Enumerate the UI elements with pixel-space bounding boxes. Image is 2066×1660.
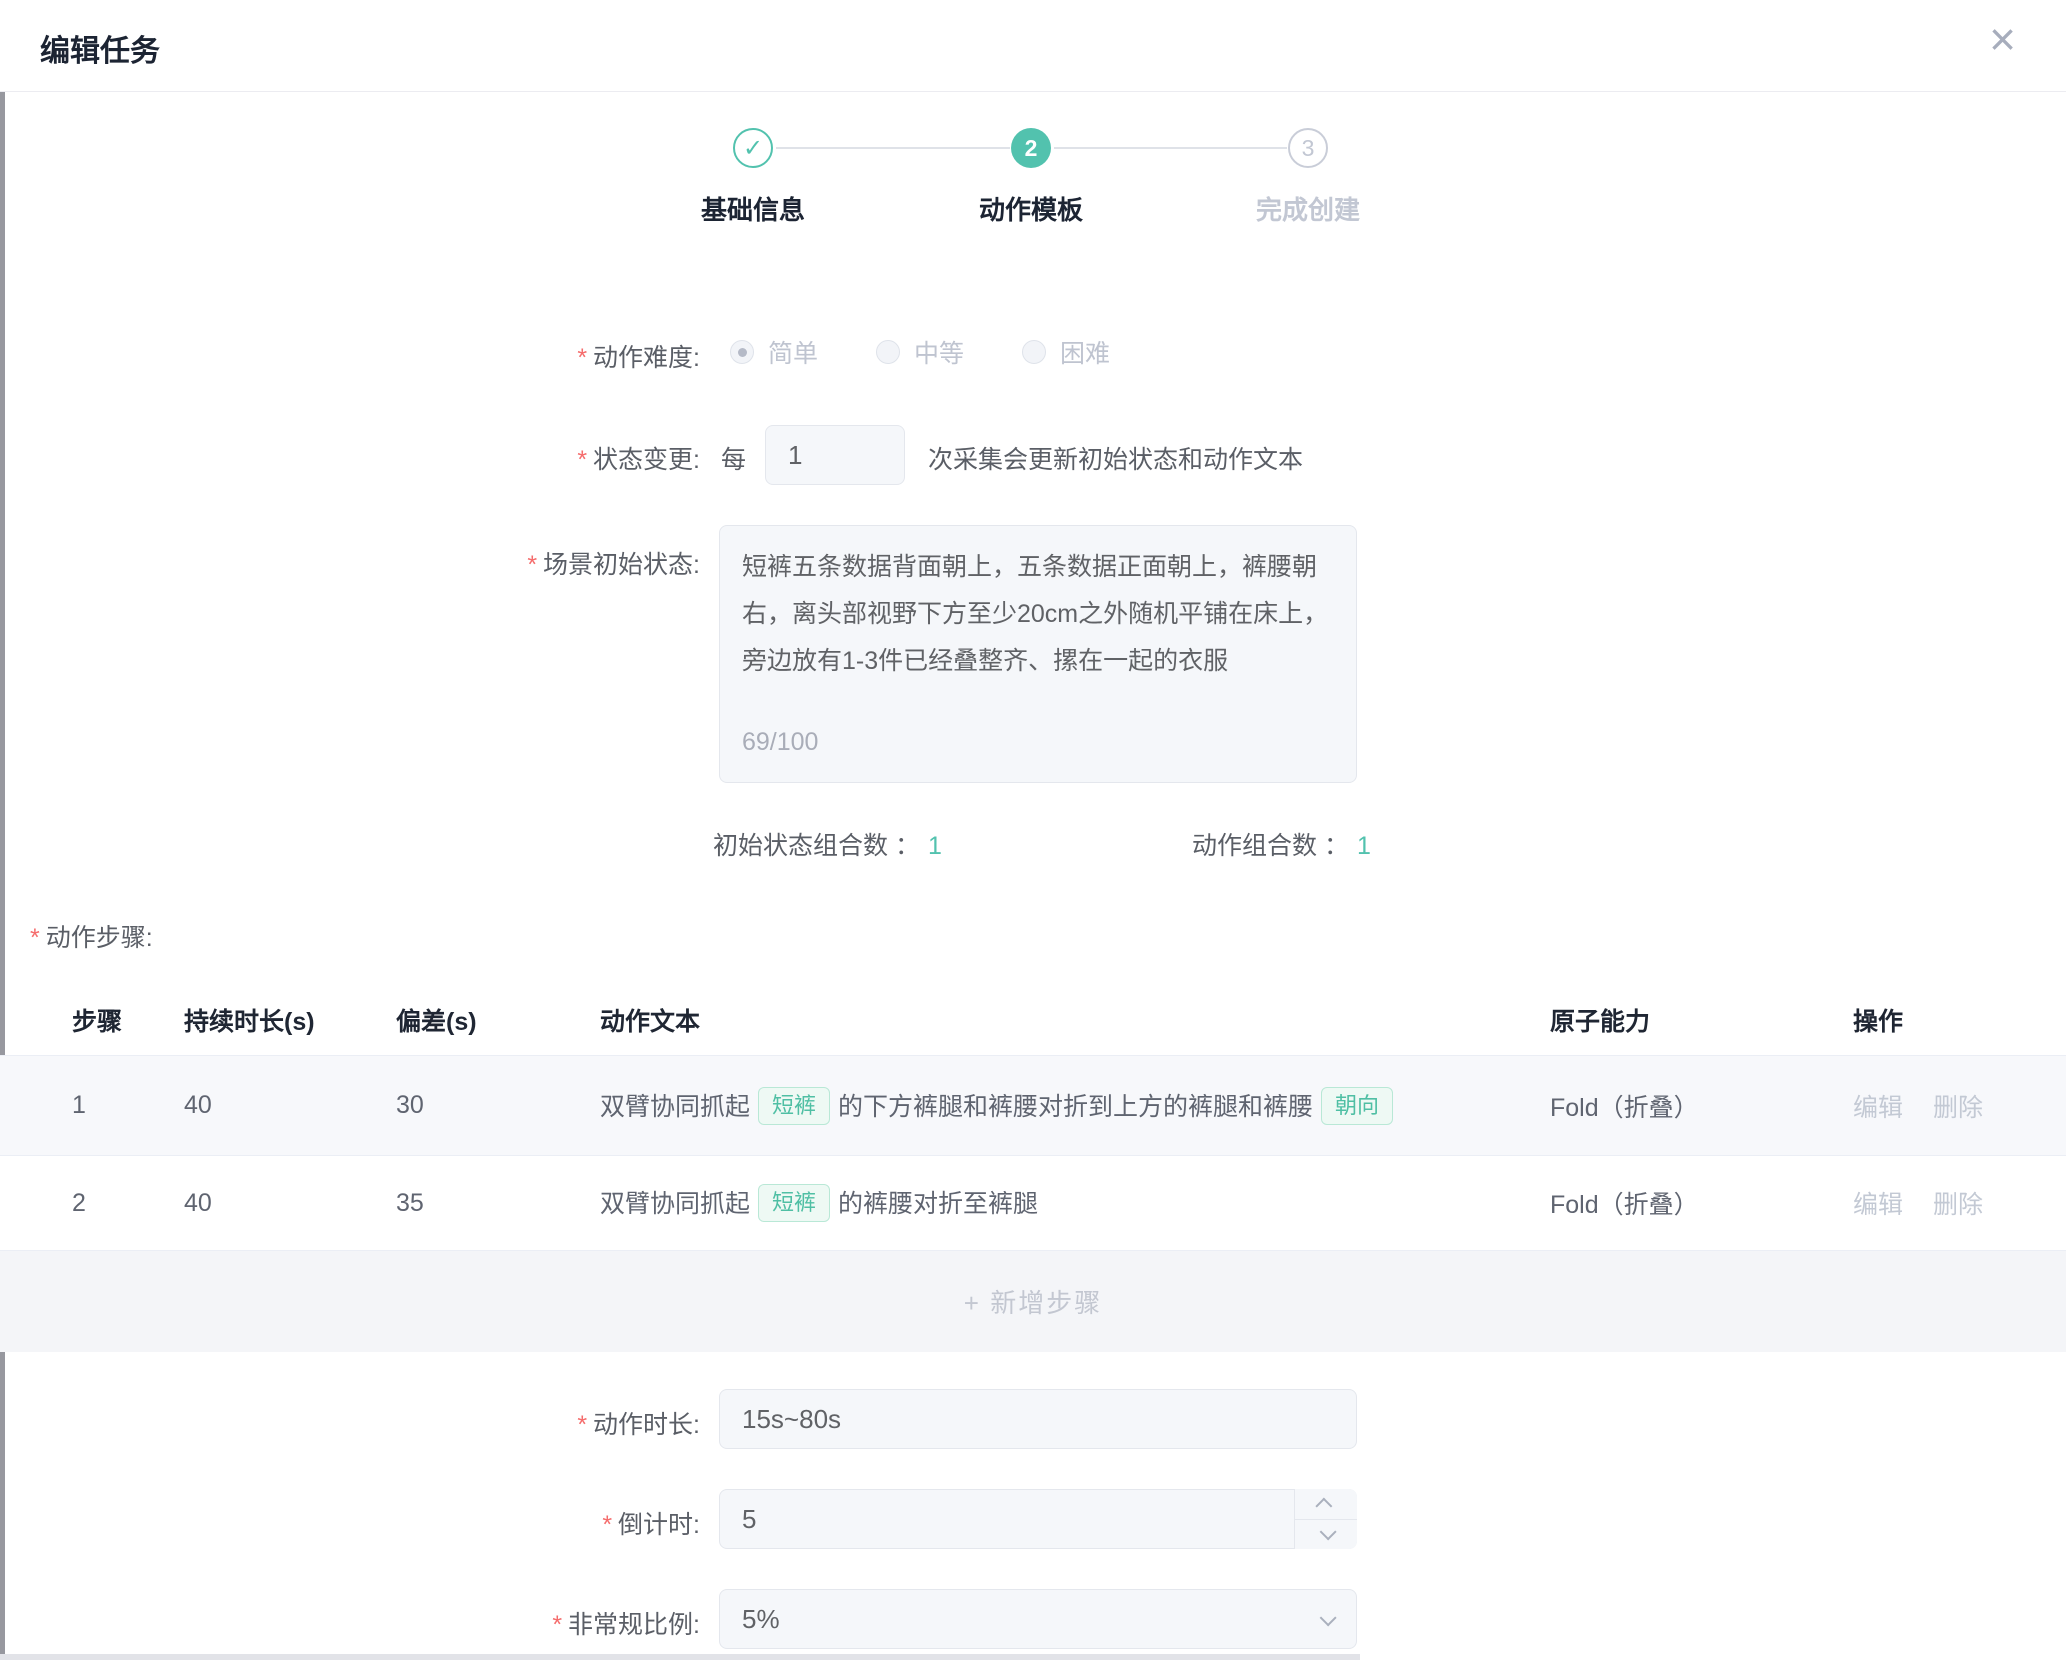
action-combo-count: 动作组合数 ：1 <box>1192 826 1371 862</box>
dialog-header: 编辑任务 × <box>0 0 2066 92</box>
orientation-tag: 朝向 <box>1321 1087 1393 1125</box>
number-spinner <box>1294 1489 1357 1549</box>
state-change-label: *状态变更: <box>577 440 700 476</box>
radio-medium-label: 中等 <box>914 334 964 370</box>
countdown-value: 5 <box>742 1504 756 1535</box>
initial-state-text: 短裤五条数据背面朝上，五条数据正面朝上，裤腰朝右，离头部视野下方至少20cm之外… <box>742 553 1328 675</box>
radio-hard-label: 困难 <box>1060 334 1110 370</box>
header-operations: 操作 <box>1853 1002 2056 1038</box>
step-2-circle: 2 <box>1011 128 1051 168</box>
header-atomic-ability: 原子能力 <box>1550 1002 1853 1038</box>
stepper-connector-1 <box>776 147 1010 149</box>
add-step-button[interactable]: + 新增步骤 <box>964 1283 1102 1320</box>
state-change-suffix: 次采集会更新初始状态和动作文本 <box>928 440 1303 476</box>
add-step-band: + 新增步骤 <box>0 1251 2066 1352</box>
row2-duration: 40 <box>184 1189 396 1218</box>
duration-input[interactable]: 15s~80s <box>719 1389 1357 1449</box>
initial-state-label: *场景初始状态: <box>527 545 700 581</box>
radio-medium-circle-icon <box>876 340 900 364</box>
row1-deviation: 30 <box>396 1091 600 1120</box>
radio-easy-label: 简单 <box>768 334 818 370</box>
char-counter: 69/100 <box>742 719 818 766</box>
header-deviation: 偏差(s) <box>396 1002 600 1038</box>
action-steps-section-label: *动作步骤: <box>30 918 153 954</box>
edit-task-dialog: 编辑任务 × ✓ 2 3 基础信息 动作模板 完成创建 *动作难度: 简单 中等… <box>0 0 2066 1660</box>
initial-combo-value: 1 <box>928 832 942 860</box>
initial-combo-count: 初始状态组合数 ：1 <box>713 826 942 862</box>
step-1-check-icon: ✓ <box>733 128 773 168</box>
chevron-down-icon <box>1320 1609 1337 1626</box>
countdown-input[interactable]: 5 <box>719 1489 1357 1549</box>
bottom-scrollbar[interactable] <box>0 1654 1360 1660</box>
spinner-decrease-button[interactable] <box>1295 1520 1357 1550</box>
close-icon[interactable]: × <box>1989 16 2016 62</box>
object-tag: 短裤 <box>758 1184 830 1222</box>
dialog-left-edge <box>0 0 5 1660</box>
difficulty-radio-group: 简单 中等 困难 <box>730 334 1110 370</box>
step-label-basic-info: 基础信息 <box>633 190 873 227</box>
radio-hard[interactable]: 困难 <box>1022 334 1110 370</box>
row2-ability: Fold（折叠） <box>1550 1185 1853 1221</box>
header-action-text: 动作文本 <box>600 1002 1550 1038</box>
edit-button[interactable]: 编辑 <box>1853 1088 1903 1124</box>
state-change-prefix: 每 <box>721 440 746 476</box>
state-change-count-input[interactable]: 1 <box>765 425 905 485</box>
table-header-row: 步骤 持续时长(s) 偏差(s) 动作文本 原子能力 操作 <box>0 985 2066 1055</box>
countdown-label: *倒计时: <box>602 1505 700 1541</box>
duration-value: 15s~80s <box>742 1404 841 1435</box>
dialog-title: 编辑任务 <box>40 26 160 70</box>
unusual-ratio-select[interactable]: 5% <box>719 1589 1357 1649</box>
state-change-count-value: 1 <box>788 440 802 471</box>
radio-easy-circle-icon <box>730 340 754 364</box>
delete-button[interactable]: 删除 <box>1933 1088 1983 1124</box>
row2-action-text: 双臂协同抓起短裤的裤腰对折至裤腿 <box>600 1184 1550 1222</box>
header-step: 步骤 <box>72 1002 184 1038</box>
radio-medium[interactable]: 中等 <box>876 334 964 370</box>
row2-operations: 编辑 删除 <box>1853 1185 2056 1221</box>
table-row: 1 40 30 双臂协同抓起短裤的下方裤腿和裤腰对折到上方的裤腿和裤腰朝向 Fo… <box>0 1056 2066 1155</box>
row1-step: 1 <box>72 1091 184 1120</box>
radio-easy[interactable]: 简单 <box>730 334 818 370</box>
delete-button[interactable]: 删除 <box>1933 1185 1983 1221</box>
step-label-action-template: 动作模板 <box>911 190 1151 227</box>
header-duration: 持续时长(s) <box>184 1002 396 1038</box>
row2-step: 2 <box>72 1189 184 1218</box>
row1-operations: 编辑 删除 <box>1853 1088 2056 1124</box>
unusual-ratio-label: *非常规比例: <box>552 1605 700 1641</box>
table-row: 2 40 35 双臂协同抓起短裤的裤腰对折至裤腿 Fold（折叠） 编辑 删除 <box>0 1156 2066 1250</box>
duration-label: *动作时长: <box>577 1405 700 1441</box>
radio-hard-circle-icon <box>1022 340 1046 364</box>
edit-button[interactable]: 编辑 <box>1853 1185 1903 1221</box>
row2-deviation: 35 <box>396 1189 600 1218</box>
row1-ability: Fold（折叠） <box>1550 1088 1853 1124</box>
chevron-down-icon <box>1320 1524 1337 1541</box>
unusual-ratio-value: 5% <box>742 1604 780 1635</box>
difficulty-label: *动作难度: <box>577 338 700 374</box>
step-label-finish-create: 完成创建 <box>1188 190 1428 227</box>
object-tag: 短裤 <box>758 1087 830 1125</box>
initial-state-textarea[interactable]: 短裤五条数据背面朝上，五条数据正面朝上，裤腰朝右，离头部视野下方至少20cm之外… <box>719 525 1357 783</box>
stepper-connector-2 <box>1054 147 1287 149</box>
chevron-up-icon <box>1315 1497 1332 1514</box>
row1-action-text: 双臂协同抓起短裤的下方裤腿和裤腰对折到上方的裤腿和裤腰朝向 <box>600 1087 1550 1125</box>
required-asterisk: * <box>577 344 587 372</box>
step-3-circle: 3 <box>1288 128 1328 168</box>
action-combo-value: 1 <box>1357 832 1371 860</box>
row1-duration: 40 <box>184 1091 396 1120</box>
spinner-increase-button[interactable] <box>1295 1489 1357 1520</box>
